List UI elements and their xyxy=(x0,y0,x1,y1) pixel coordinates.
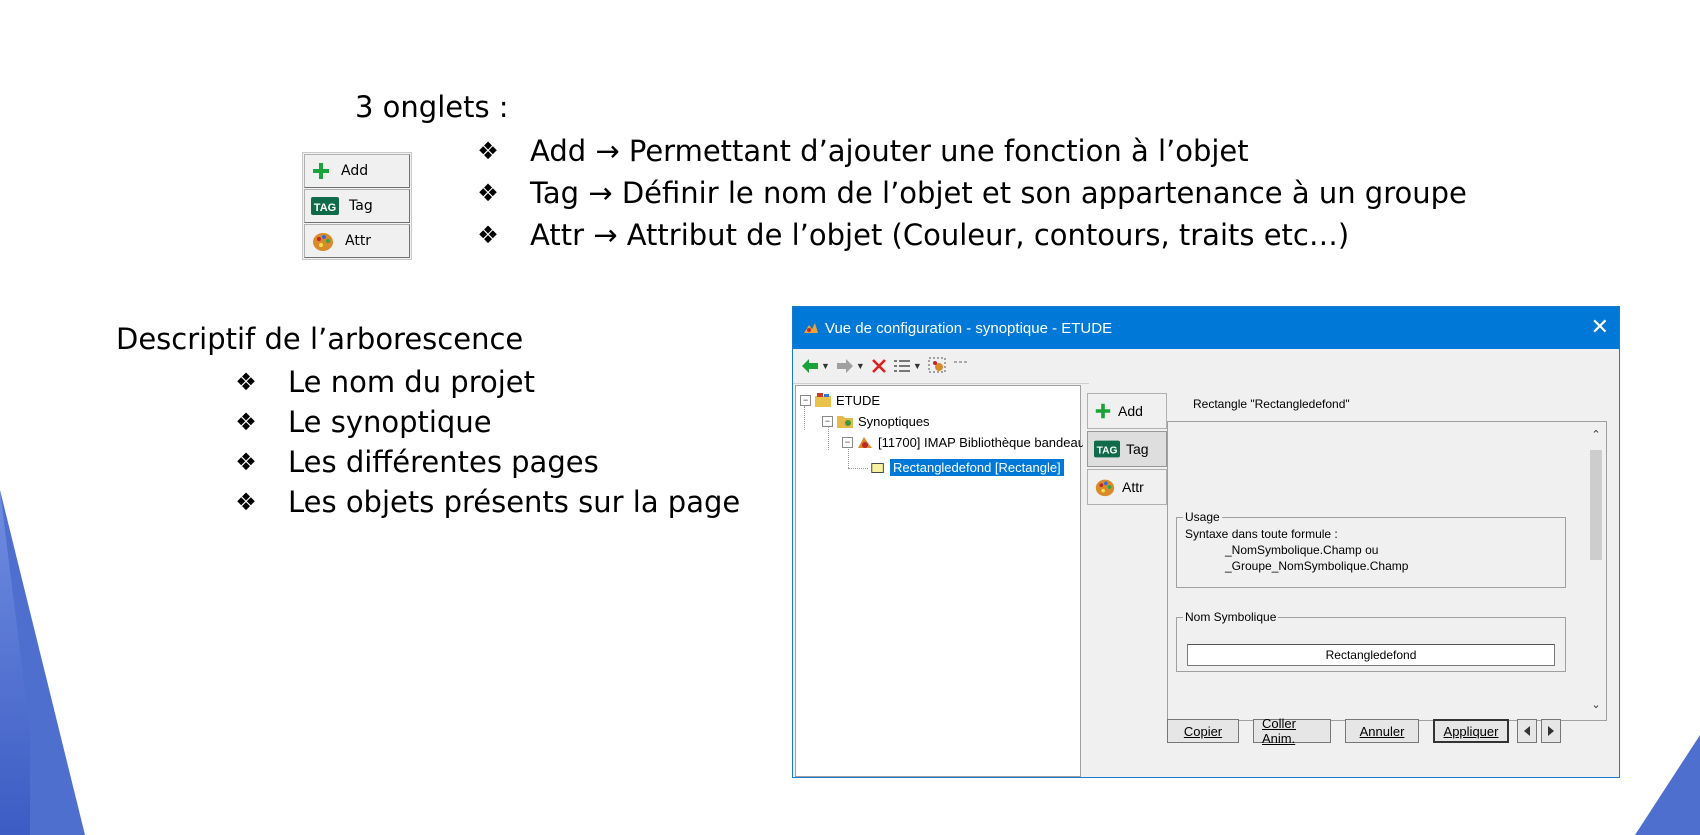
window-titlebar: Vue de configuration - synoptique - ETUD… xyxy=(793,307,1619,349)
palette-icon xyxy=(1095,479,1115,497)
list-item: ❖ Tag → Définir le nom de l’objet et son… xyxy=(470,172,1467,214)
tree-description-title: Descriptif de l’arborescence xyxy=(116,322,524,356)
more-button[interactable] xyxy=(953,361,968,371)
close-icon[interactable]: ✕ xyxy=(1591,315,1609,339)
tag-icon: TAG xyxy=(1094,440,1120,458)
mini-tab-attr: Attr xyxy=(304,224,410,258)
animation-icon xyxy=(928,357,946,373)
chevron-down-icon: ▼ xyxy=(821,361,830,371)
decor-right-triangle xyxy=(1635,735,1700,835)
annuler-button[interactable]: Annuler xyxy=(1345,719,1419,743)
tree-item-synoptiques[interactable]: − Synoptiques xyxy=(822,413,930,429)
scroll-down-icon[interactable]: ⌄ xyxy=(1588,698,1604,714)
animation-button[interactable] xyxy=(928,357,948,375)
mini-tabs-illustration: Add TAG Tag Attr xyxy=(302,152,412,260)
list-view-button[interactable]: ▼ xyxy=(893,358,922,374)
list-item: ❖ Attr → Attribut de l’objet (Couleur, c… xyxy=(470,214,1467,256)
action-buttons: Copier Coller Anim. Annuler Appliquer xyxy=(1167,716,1561,746)
symbolic-name-input[interactable] xyxy=(1187,644,1555,666)
tree-bullet-list: ❖ Le nom du projet ❖ Le synoptique ❖ Les… xyxy=(228,362,740,522)
list-item: ❖ Add → Permettant d’ajouter une fonctio… xyxy=(470,130,1467,172)
folder-icon xyxy=(837,416,853,428)
tree-item-object[interactable]: Rectangledefond [Rectangle] xyxy=(870,459,1064,476)
bullet-diamond-icon: ❖ xyxy=(477,137,499,165)
delete-button[interactable] xyxy=(871,358,887,374)
list-icon xyxy=(893,360,910,372)
collapse-icon[interactable]: − xyxy=(800,394,811,406)
window-title: Vue de configuration - synoptique - ETUD… xyxy=(825,319,1113,337)
green-plus-icon xyxy=(313,163,329,179)
config-window: Vue de configuration - synoptique - ETUD… xyxy=(792,306,1620,778)
page-icon xyxy=(858,437,872,448)
rectangle-icon xyxy=(871,462,884,473)
arrow-right-icon xyxy=(836,359,853,373)
bullet-diamond-icon: ❖ xyxy=(235,408,257,436)
appliquer-button[interactable]: Appliquer xyxy=(1433,719,1509,743)
list-item: ❖ Les différentes pages xyxy=(228,442,740,482)
overflow-icon xyxy=(953,361,967,363)
project-tree[interactable]: − ETUDE − Synoptiques − [11700] IMAP Bib… xyxy=(795,385,1085,777)
tab-attr[interactable]: Attr xyxy=(1087,469,1167,505)
next-button[interactable] xyxy=(1541,719,1561,743)
symbolic-name-group: Nom Symbolique xyxy=(1176,610,1566,672)
tab-tag[interactable]: TAG Tag xyxy=(1087,431,1167,467)
properties-panel: Add TAG Tag Attr Rectangle "Rectangledef… xyxy=(1083,385,1619,777)
chevron-down-icon: ▼ xyxy=(912,361,922,371)
usage-group: Usage Syntaxe dans toute formule : _NomS… xyxy=(1176,510,1566,588)
previous-button[interactable] xyxy=(1517,719,1537,743)
scroll-thumb[interactable] xyxy=(1590,450,1602,560)
bullet-diamond-icon: ❖ xyxy=(235,488,257,516)
bullet-diamond-icon: ❖ xyxy=(477,179,499,207)
chevron-left-icon xyxy=(1524,726,1530,736)
object-name-label: Rectangle "Rectangledefond" xyxy=(1193,397,1350,411)
list-item: ❖ Le synoptique xyxy=(228,402,740,442)
svg-text:TAG: TAG xyxy=(314,202,336,214)
tree-connector xyxy=(828,426,829,450)
app-icon xyxy=(804,323,818,333)
palette-icon xyxy=(313,233,333,251)
tag-icon: TAG xyxy=(311,197,339,215)
tag-content: Usage Syntaxe dans toute formule : _NomS… xyxy=(1167,421,1607,721)
back-button[interactable]: ▼ xyxy=(801,358,830,374)
tabs-title: 3 onglets : xyxy=(355,90,509,124)
svg-text:TAG: TAG xyxy=(1097,446,1118,457)
mini-tab-add: Add xyxy=(304,154,410,188)
bullet-diamond-icon: ❖ xyxy=(235,368,257,396)
list-item: ❖ Le nom du projet xyxy=(228,362,740,402)
coller-anim-button[interactable]: Coller Anim. xyxy=(1253,716,1331,746)
bullet-diamond-icon: ❖ xyxy=(235,448,257,476)
copier-button[interactable]: Copier xyxy=(1167,719,1239,743)
selected-object-label: Rectangledefond [Rectangle] xyxy=(890,459,1064,476)
tab-add[interactable]: Add xyxy=(1087,393,1167,429)
tab-bullet-list: ❖ Add → Permettant d’ajouter une fonctio… xyxy=(470,130,1467,256)
project-icon xyxy=(815,393,831,407)
collapse-icon[interactable]: − xyxy=(842,436,853,448)
bullet-diamond-icon: ❖ xyxy=(477,221,499,249)
chevron-right-icon xyxy=(1548,726,1554,736)
mini-tab-tag: TAG Tag xyxy=(304,189,410,223)
arrow-left-icon xyxy=(802,359,818,373)
chevron-down-icon: ▼ xyxy=(855,361,865,371)
forward-button[interactable]: ▼ xyxy=(836,358,865,374)
scroll-up-icon[interactable]: ⌃ xyxy=(1588,428,1604,444)
toolbar: ▼ ▼ ▼ xyxy=(793,349,1089,384)
green-plus-icon xyxy=(1095,403,1111,419)
tree-connector xyxy=(848,468,868,469)
list-item: ❖ Les objets présents sur la page xyxy=(228,482,740,522)
tree-connector xyxy=(804,406,805,430)
collapse-icon[interactable]: − xyxy=(822,415,833,427)
tree-item-page[interactable]: − [11700] IMAP Bibliothèque bandeau xyxy=(842,434,1085,450)
tree-item-project[interactable]: − ETUDE xyxy=(800,392,880,408)
red-x-icon xyxy=(871,359,886,373)
vertical-scrollbar[interactable]: ⌃ ⌄ xyxy=(1588,428,1604,714)
